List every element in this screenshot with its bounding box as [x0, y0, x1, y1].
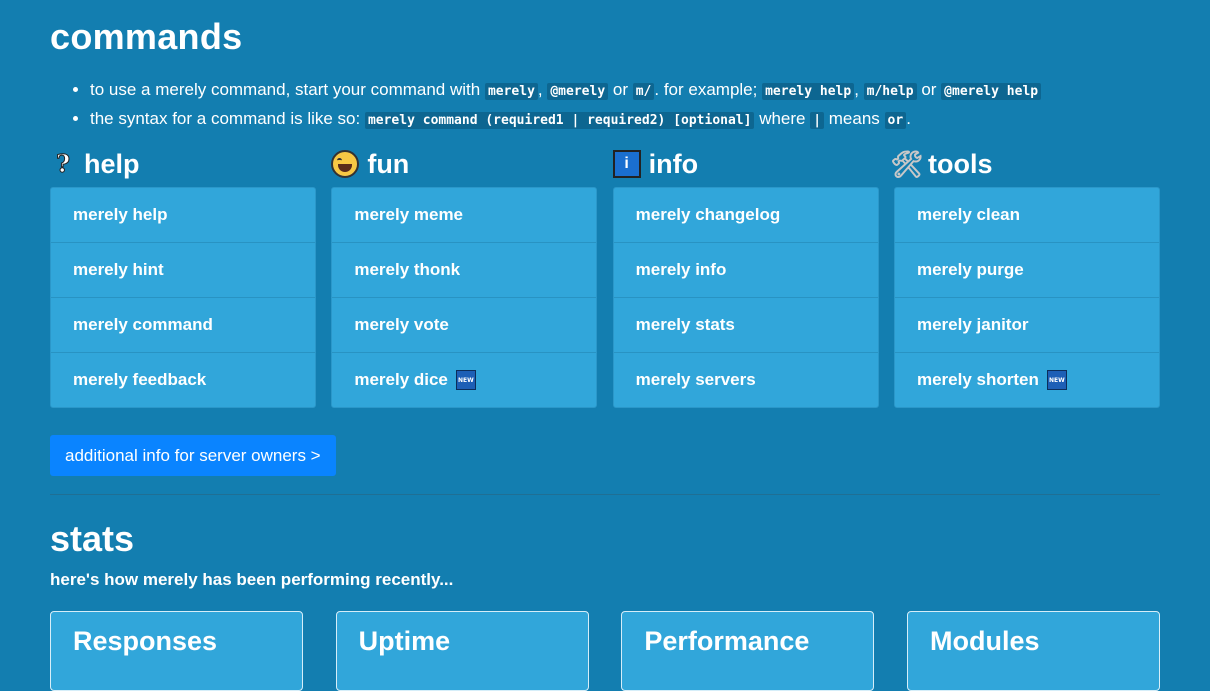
server-owners-info-button[interactable]: additional info for server owners >	[50, 435, 336, 476]
command-list: merely changelog merely info merely stat…	[612, 187, 879, 408]
stats-card-responses: Responses	[50, 611, 303, 691]
question-icon: ?	[55, 149, 71, 179]
command-item[interactable]: merely changelog	[613, 188, 878, 243]
category-header-fun: fun	[331, 146, 597, 182]
command-item[interactable]: merely vote	[332, 298, 597, 353]
category-header-tools: 🛠 tools	[890, 146, 1160, 182]
command-list: merely help merely hint merely command m…	[50, 187, 316, 408]
command-item[interactable]: merely command	[51, 298, 315, 353]
command-item[interactable]: merely clean	[894, 188, 1159, 243]
command-item[interactable]: merely servers	[614, 353, 878, 407]
stats-subtitle: here's how merely has been performing re…	[50, 570, 454, 589]
category-title: info	[648, 148, 699, 179]
new-badge-icon: NEW	[1046, 370, 1067, 390]
stats-card-uptime: Uptime	[335, 611, 589, 691]
category-header-info: i info	[612, 146, 879, 182]
card-title: Performance	[644, 626, 810, 656]
command-item[interactable]: merely feedback	[51, 353, 315, 407]
category-help: ? help merely help merely hint merely co…	[50, 146, 316, 408]
commands-title: commands	[50, 16, 243, 57]
category-fun: fun merely meme merely thonk merely vote…	[331, 146, 598, 408]
command-list: merely meme merely thonk merely vote mer…	[331, 187, 598, 408]
stats-title: stats	[50, 518, 135, 559]
laughing-face-icon	[331, 150, 360, 178]
command-item[interactable]: merely stats	[613, 298, 878, 353]
command-item[interactable]: merely shorten NEW	[895, 353, 1159, 407]
card-title: Uptime	[358, 626, 451, 656]
category-tools: 🛠 tools merely clean merely purge merely…	[890, 146, 1160, 408]
command-categories: ? help merely help merely hint merely co…	[50, 146, 1160, 408]
command-item[interactable]: merely hint	[51, 243, 315, 298]
card-title: Modules	[929, 626, 1040, 656]
command-list: merely clean merely purge merely janitor…	[893, 187, 1160, 408]
category-title: help	[84, 148, 140, 179]
command-item[interactable]: merely info	[613, 243, 878, 298]
usage-notes: to use a merely command, start your comm…	[50, 76, 1200, 134]
stats-cards: Responses Uptime Performance Modules	[50, 611, 1160, 691]
usage-note-syntax: the syntax for a command is like so: mer…	[90, 105, 1200, 134]
category-info: i info merely changelog merely info mere…	[612, 146, 879, 408]
new-badge-icon: NEW	[455, 370, 476, 390]
category-title: tools	[927, 148, 993, 179]
section-divider	[50, 494, 1160, 495]
info-icon: i	[612, 150, 641, 178]
stats-card-modules: Modules	[906, 611, 1160, 691]
command-item[interactable]: merely purge	[894, 243, 1159, 298]
tools-icon: 🛠	[890, 149, 924, 179]
command-item[interactable]: merely help	[51, 188, 315, 243]
command-item[interactable]: merely dice NEW	[332, 353, 596, 407]
usage-note-prefix: to use a merely command, start your comm…	[90, 76, 1200, 105]
category-title: fun	[367, 148, 410, 179]
stats-card-performance: Performance	[621, 611, 875, 691]
category-header-help: ? help	[50, 146, 316, 182]
command-item[interactable]: merely thonk	[332, 243, 597, 298]
command-item[interactable]: merely janitor	[894, 298, 1159, 353]
card-title: Responses	[73, 626, 218, 656]
command-item[interactable]: merely meme	[332, 188, 597, 243]
